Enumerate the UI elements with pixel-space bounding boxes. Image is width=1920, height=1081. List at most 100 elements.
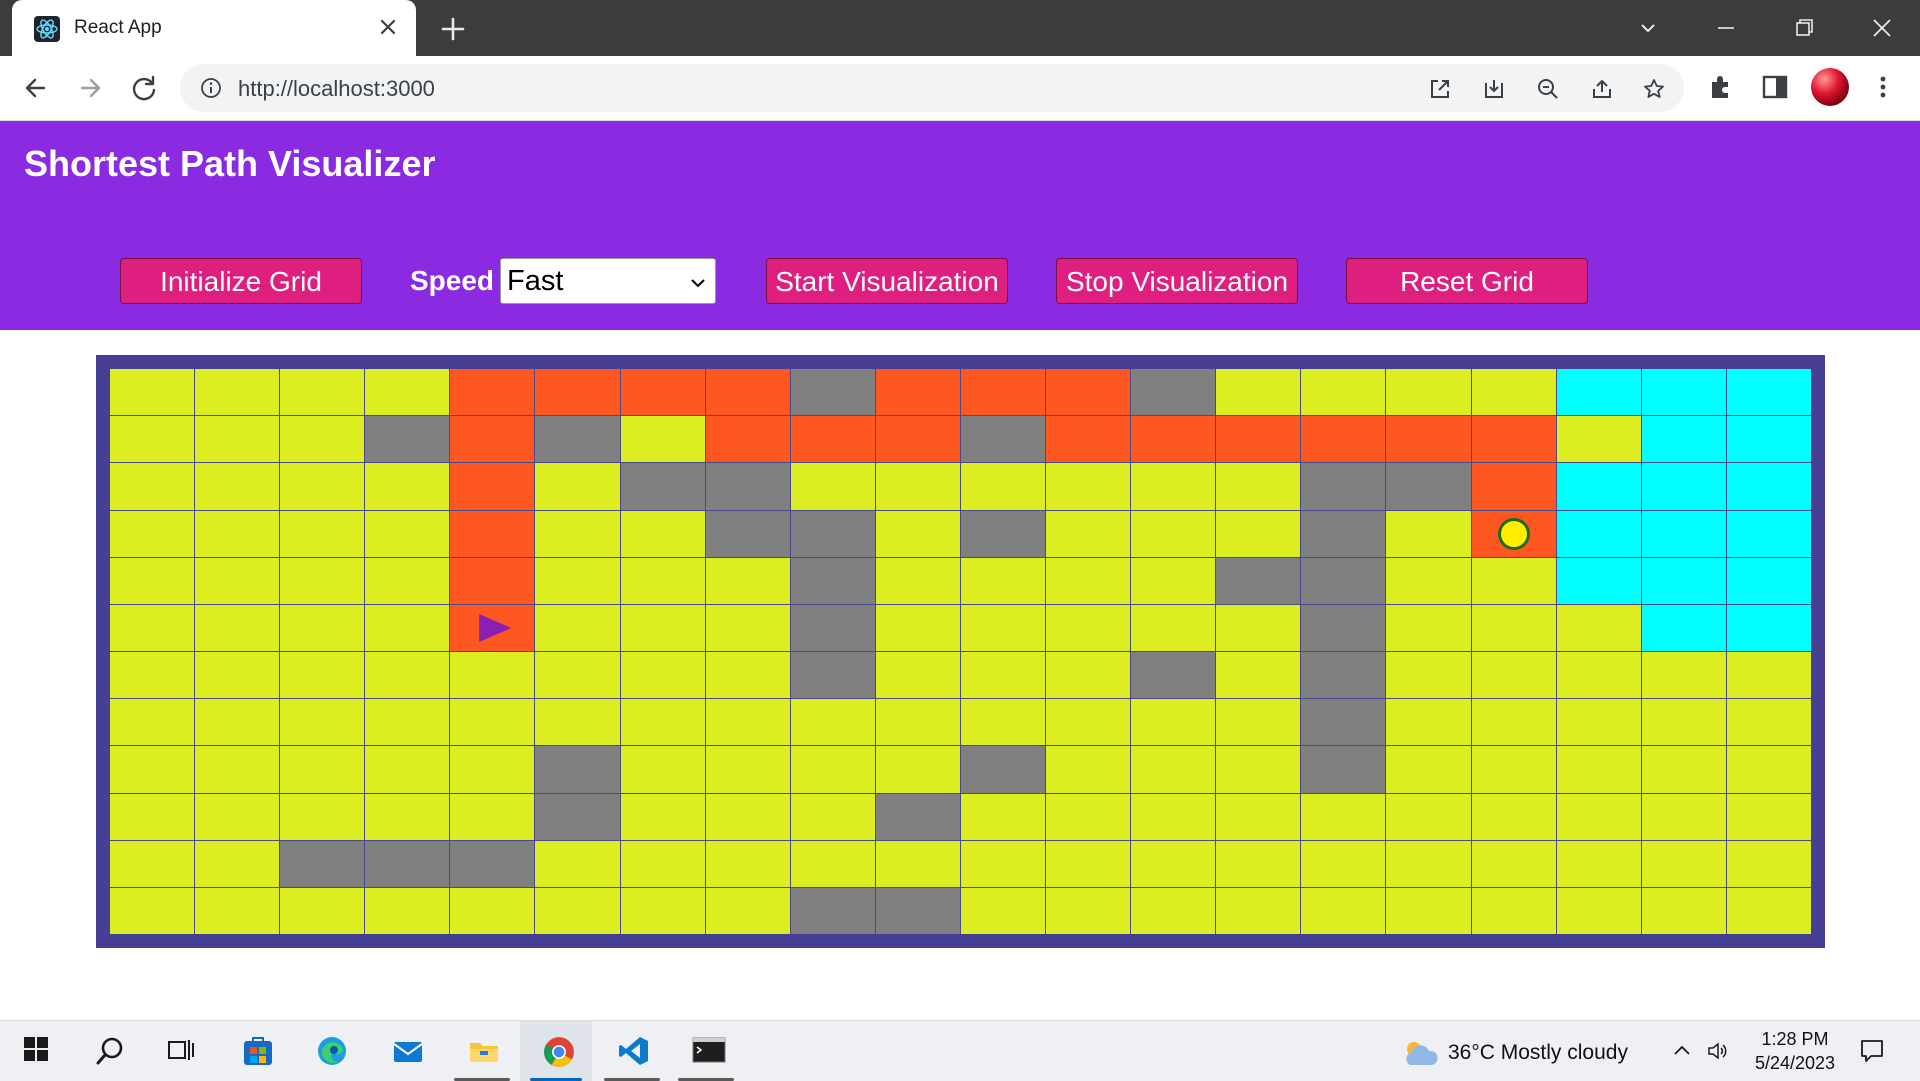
share-icon[interactable] xyxy=(1590,77,1614,101)
grid-cell-open[interactable] xyxy=(1216,887,1301,934)
system-clock[interactable]: 1:28 PM 5/24/2023 xyxy=(1740,1027,1850,1075)
grid-cell-open[interactable] xyxy=(1726,699,1811,746)
grid-cell-path[interactable] xyxy=(790,416,875,463)
address-bar[interactable]: http://localhost:3000 xyxy=(180,64,1684,112)
grid-cell-wall[interactable] xyxy=(1301,510,1386,557)
grid-cell-open[interactable] xyxy=(1046,887,1131,934)
grid-cell-open[interactable] xyxy=(1641,887,1726,934)
grid-cell-open[interactable] xyxy=(1556,604,1641,651)
grid-cell-open[interactable] xyxy=(110,557,195,604)
grid-cell-path[interactable] xyxy=(1046,369,1131,416)
grid-cell-wall[interactable] xyxy=(1301,604,1386,651)
grid-cell-visited[interactable] xyxy=(1726,463,1811,510)
grid-cell-open[interactable] xyxy=(1301,887,1386,934)
grid-cell-open[interactable] xyxy=(1046,604,1131,651)
grid-cell-open[interactable] xyxy=(195,463,280,510)
grid-cell-open[interactable] xyxy=(790,463,875,510)
volume-icon[interactable] xyxy=(1706,1039,1730,1063)
grid-cell-open[interactable] xyxy=(1386,793,1471,840)
grid-cell-wall[interactable] xyxy=(1301,463,1386,510)
grid-cell-open[interactable] xyxy=(790,699,875,746)
bookmark-star-icon[interactable] xyxy=(1642,77,1666,101)
grid-cell-open[interactable] xyxy=(1131,510,1216,557)
grid-cell-open[interactable] xyxy=(535,510,620,557)
grid-cell-path[interactable] xyxy=(875,416,960,463)
grid-cell-path[interactable] xyxy=(960,369,1046,416)
grid-cell-open[interactable] xyxy=(705,887,790,934)
grid-cell-wall[interactable] xyxy=(1301,652,1386,699)
grid-cell-open[interactable] xyxy=(450,793,535,840)
grid-cell-wall[interactable] xyxy=(875,887,960,934)
grid-cell-open[interactable] xyxy=(1301,369,1386,416)
grid-cell-open[interactable] xyxy=(1726,652,1811,699)
grid-cell-open[interactable] xyxy=(1131,557,1216,604)
grid-cell-open[interactable] xyxy=(110,416,195,463)
grid-cell-wall[interactable] xyxy=(875,793,960,840)
browser-tab[interactable]: React App xyxy=(12,0,416,57)
grid-cell-open[interactable] xyxy=(535,887,620,934)
grid-cell-open[interactable] xyxy=(960,463,1046,510)
task-view-button[interactable] xyxy=(144,1021,216,1081)
grid-cell-open[interactable] xyxy=(1386,652,1471,699)
grid-cell-open[interactable] xyxy=(960,887,1046,934)
grid-cell-open[interactable] xyxy=(195,746,280,793)
reset-grid-button[interactable]: Reset Grid xyxy=(1346,258,1588,304)
mail-app[interactable] xyxy=(370,1021,442,1081)
grid-cell-open[interactable] xyxy=(1556,840,1641,887)
grid-cell-open[interactable] xyxy=(1046,510,1131,557)
grid-cell-path[interactable] xyxy=(1471,510,1556,557)
edge-app[interactable] xyxy=(294,1021,366,1081)
grid-cell-open[interactable] xyxy=(280,463,365,510)
grid-cell-open[interactable] xyxy=(1131,793,1216,840)
grid-cell-open[interactable] xyxy=(535,699,620,746)
zoom-out-icon[interactable] xyxy=(1536,77,1560,101)
grid-cell-open[interactable] xyxy=(1556,793,1641,840)
initialize-grid-button[interactable]: Initialize Grid xyxy=(120,258,362,304)
grid-cell-path[interactable] xyxy=(1471,416,1556,463)
grid-cell-visited[interactable] xyxy=(1556,369,1641,416)
microsoft-store-app[interactable] xyxy=(220,1021,292,1081)
grid-cell-open[interactable] xyxy=(960,699,1046,746)
grid-cell-open[interactable] xyxy=(365,793,450,840)
grid-cell-open[interactable] xyxy=(1131,840,1216,887)
grid-cell-open[interactable] xyxy=(365,604,450,651)
grid-cell-open[interactable] xyxy=(1641,746,1726,793)
site-info-icon[interactable] xyxy=(200,77,222,99)
grid-cell-open[interactable] xyxy=(195,369,280,416)
grid-cell-open[interactable] xyxy=(790,793,875,840)
grid-cell-open[interactable] xyxy=(365,887,450,934)
grid-cell-open[interactable] xyxy=(705,604,790,651)
grid-cell-open[interactable] xyxy=(280,604,365,651)
grid-cell-open[interactable] xyxy=(1046,840,1131,887)
grid-cell-open[interactable] xyxy=(1471,793,1556,840)
grid-cell-open[interactable] xyxy=(960,604,1046,651)
grid-cell-open[interactable] xyxy=(1046,699,1131,746)
grid-cell-visited[interactable] xyxy=(1726,604,1811,651)
grid-cell-open[interactable] xyxy=(195,887,280,934)
grid-cell-path[interactable] xyxy=(450,557,535,604)
grid-cell-open[interactable] xyxy=(450,699,535,746)
grid-cell-open[interactable] xyxy=(110,510,195,557)
grid-cell-open[interactable] xyxy=(705,699,790,746)
grid-cell-open[interactable] xyxy=(1471,746,1556,793)
grid-cell-open[interactable] xyxy=(1641,699,1726,746)
grid-cell-open[interactable] xyxy=(1471,652,1556,699)
grid-cell-open[interactable] xyxy=(620,840,705,887)
grid-cell-visited[interactable] xyxy=(1556,557,1641,604)
grid-cell-wall[interactable] xyxy=(790,604,875,651)
grid-cell-open[interactable] xyxy=(1556,887,1641,934)
grid-cell-open[interactable] xyxy=(1046,463,1131,510)
grid-cell-open[interactable] xyxy=(875,652,960,699)
grid-cell-open[interactable] xyxy=(1726,887,1811,934)
grid-cell-open[interactable] xyxy=(1131,887,1216,934)
start-visualization-button[interactable]: Start Visualization xyxy=(766,258,1008,304)
grid-cell-open[interactable] xyxy=(705,557,790,604)
grid-cell-path[interactable] xyxy=(705,416,790,463)
grid-cell-open[interactable] xyxy=(280,746,365,793)
grid-cell-open[interactable] xyxy=(365,369,450,416)
grid-cell-open[interactable] xyxy=(1386,887,1471,934)
grid-cell-wall[interactable] xyxy=(705,463,790,510)
grid-cell-open[interactable] xyxy=(705,840,790,887)
grid-cell-wall[interactable] xyxy=(790,887,875,934)
grid-cell-open[interactable] xyxy=(875,699,960,746)
